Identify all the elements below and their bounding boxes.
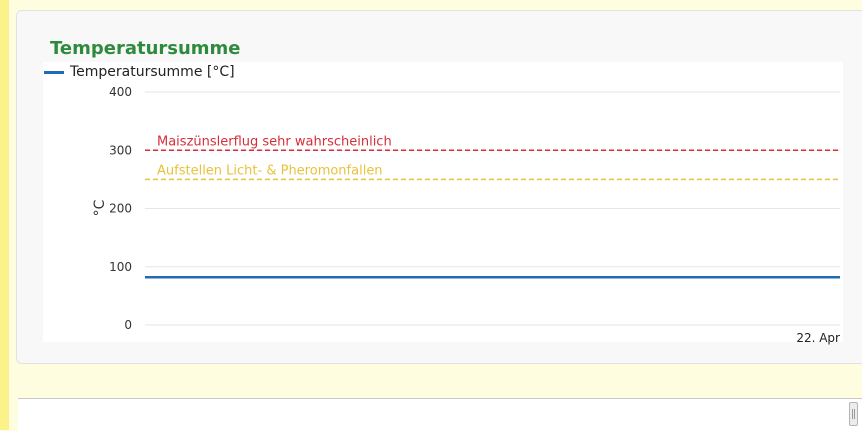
- threshold-label: Maiszünslerflug sehr wahrscheinlich: [157, 134, 392, 149]
- y-tick-label: 400: [109, 85, 132, 99]
- y-tick-label: 200: [109, 202, 132, 216]
- y-tick-label: 300: [109, 143, 132, 157]
- navigator-handle[interactable]: [849, 402, 858, 426]
- chart-svg: 0 100 200 300 400 °C Maiszünslerflug sehr wahr…: [21, 85, 840, 430]
- x-tick-label: 22. Apr: [796, 331, 840, 345]
- navigator-bar[interactable]: [18, 398, 862, 431]
- y-tick-label: 100: [109, 260, 132, 274]
- threshold-label: Aufstellen Licht- & Pheromonfallen: [157, 163, 383, 178]
- y-tick-label: 0: [124, 318, 132, 332]
- y-axis-label: °C: [92, 199, 108, 216]
